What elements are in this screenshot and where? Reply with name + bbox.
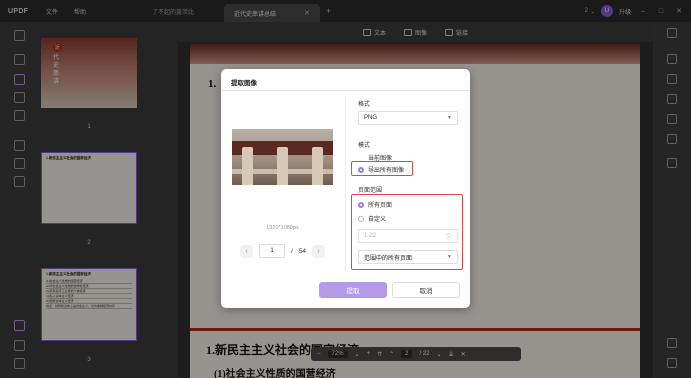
chevron-right-icon[interactable]: › xyxy=(312,244,326,258)
preview-pager: ‹ 1 / 54 › xyxy=(240,244,326,258)
preview-column xyxy=(312,147,323,185)
help-icon[interactable]: ⓘ xyxy=(446,232,452,241)
radio-dot xyxy=(358,201,364,208)
cancel-button[interactable]: 取消 xyxy=(392,282,460,298)
format-label: 格式 xyxy=(358,102,371,108)
preview-column xyxy=(242,147,253,185)
preview-column xyxy=(277,147,288,185)
dialog-title: 提取图像 xyxy=(231,80,257,87)
range-all-radio[interactable]: 所有页面 xyxy=(358,200,392,209)
range-label: 页面范围 xyxy=(358,188,383,194)
range-custom-radio[interactable]: 自定义 xyxy=(358,214,386,223)
radio-label: 所有页面 xyxy=(368,203,393,209)
format-select[interactable]: PNG ▼ xyxy=(358,111,458,125)
radio-dot xyxy=(358,166,364,173)
divider xyxy=(221,90,470,91)
image-size: 1920*1080px xyxy=(266,225,299,231)
extract-button[interactable]: 提取 xyxy=(319,282,387,298)
chevron-down-icon: ▼ xyxy=(447,254,452,260)
preview-page-total: 54 xyxy=(298,247,307,255)
radio-dot xyxy=(358,215,364,222)
page-separator: / xyxy=(291,247,293,255)
radio-label: 导出所有图像 xyxy=(368,168,405,174)
range-subset-select[interactable]: 范围中的所有页面 ▼ xyxy=(358,250,458,264)
radio-label: 自定义 xyxy=(368,217,387,223)
divider xyxy=(345,97,346,272)
extract-image-dialog: 提取图像 1920*1080px ‹ 1 / 54 › 格式 PNG ▼ 模式 … xyxy=(221,69,470,308)
mode-label: 模式 xyxy=(358,143,371,149)
chevron-left-icon[interactable]: ‹ xyxy=(240,244,253,258)
preview-page-input[interactable]: 1 xyxy=(259,244,285,258)
mode-export-all-radio[interactable]: 导出所有图像 xyxy=(358,165,404,174)
chevron-down-icon: ▼ xyxy=(447,115,452,121)
range-subset-value: 范围中的所有页面 xyxy=(364,255,413,262)
format-value: PNG xyxy=(364,115,378,121)
image-preview xyxy=(232,129,333,185)
range-input[interactable]: 1-22 ⓘ xyxy=(358,229,458,243)
range-placeholder: 1-22 xyxy=(364,233,377,239)
